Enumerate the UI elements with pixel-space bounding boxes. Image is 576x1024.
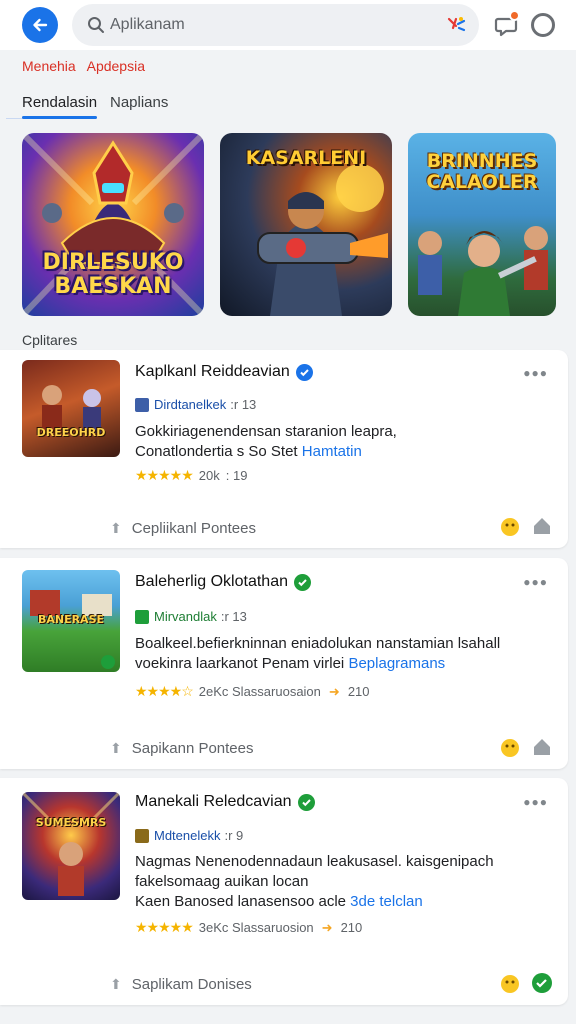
- description-line: Gokkiriagenendensan staranion leapra,: [135, 423, 397, 440]
- search-bar[interactable]: [72, 4, 479, 46]
- trend-arrow-icon: ➜: [328, 683, 340, 699]
- install-pontees-link[interactable]: ⬆ Sapikann Pontees: [110, 740, 254, 757]
- app-card[interactable]: DREEOHRD Kaplkanl Reiddeavian ●●● Dirdta…: [0, 350, 568, 548]
- star-rating-icon: ★★★★★: [135, 467, 194, 483]
- app-name[interactable]: Manekali Reledcavian: [135, 793, 321, 811]
- banner-title: BRINNHES CALAOLER: [426, 150, 538, 193]
- reaction-icon[interactable]: [497, 970, 523, 996]
- app-name-text: Kaplkanl Reiddeavian: [135, 363, 290, 380]
- trend-arrow-icon: ➜: [321, 919, 333, 935]
- tab-rendalasin[interactable]: Rendalasin: [22, 94, 97, 111]
- app-name-text: Manekali Reledcavian: [135, 793, 292, 810]
- featured-banner-2[interactable]: KASARLENI: [220, 133, 392, 316]
- pin-icon: ⬆: [110, 520, 122, 536]
- app-thumbnail[interactable]: SUMESMRS: [22, 792, 120, 900]
- developer-name: Mdtenelekk: [154, 828, 221, 843]
- description-line: Conatlondertia s So Stet: [135, 443, 298, 460]
- more-options-icon[interactable]: ●●●: [523, 795, 548, 809]
- app-art: [22, 792, 120, 896]
- verified-badge-icon: [295, 363, 313, 381]
- description-link[interactable]: Beplagramans: [348, 655, 445, 672]
- notifications-button[interactable]: [492, 10, 522, 40]
- developer-name: Mirvandlak: [154, 609, 217, 624]
- footer-label-text: Cepliikanl Pontees: [131, 520, 256, 537]
- pin-icon: ⬆: [110, 740, 122, 756]
- profile-button[interactable]: [531, 13, 555, 37]
- installed-check-icon[interactable]: [529, 970, 555, 996]
- banner-title: KASARLENI: [245, 147, 367, 169]
- reaction-icon[interactable]: [497, 734, 523, 760]
- star-rating-icon: ★★★★★: [135, 919, 194, 935]
- rating-row: ★★★★☆ 2eKc Slassaruosaion ➜ 210: [135, 683, 370, 700]
- featured-banner-1[interactable]: DIRLESUKO BAESKAN: [22, 133, 204, 316]
- more-options-icon[interactable]: ●●●: [523, 575, 548, 589]
- reaction-icon[interactable]: [497, 513, 523, 539]
- section-label: Cplitares: [22, 332, 78, 348]
- more-options-icon[interactable]: ●●●: [523, 366, 548, 380]
- app-name-text: Baleherlig Oklotathan: [135, 573, 288, 590]
- description-line: fakelsomaag auikan locan: [135, 873, 309, 890]
- back-button[interactable]: [22, 7, 58, 43]
- rating-extra: : 19: [225, 468, 248, 483]
- developer-name: Dirdtanelkek: [154, 397, 227, 412]
- developer-row[interactable]: Dirdtanelkek :r 13: [135, 397, 256, 412]
- rating-row: ★★★★★ 3eKc Slassaruosion ➜ 210: [135, 919, 362, 936]
- top-bar: [0, 0, 576, 50]
- app-thumbnail-title: DREEOHRD: [36, 425, 106, 439]
- home-icon[interactable]: [529, 734, 555, 760]
- pin-icon: ⬆: [110, 976, 122, 992]
- description-line: Boalkeel.befierkninnan eniadolukan nanst…: [135, 635, 501, 652]
- install-pontees-link[interactable]: ⬆ Cepliikanl Pontees: [110, 520, 256, 537]
- footer-label-text: Sapikann Pontees: [131, 740, 254, 757]
- app-card[interactable]: BANERASE Baleherlig Oklotathan ●●● Mirva…: [0, 558, 568, 769]
- app-description: Boalkeel.befierkninnan eniadolukan nanst…: [135, 634, 555, 674]
- description-link[interactable]: 3de telclan: [350, 893, 423, 910]
- arrow-left-icon: [33, 18, 48, 32]
- app-thumbnail[interactable]: DREEOHRD: [22, 360, 120, 457]
- voice-search-icon[interactable]: [445, 14, 467, 36]
- rating-count: 2eKc Slassaruosaion: [198, 684, 321, 699]
- home-icon[interactable]: [529, 513, 555, 539]
- developer-icon: [135, 609, 149, 624]
- developer-row[interactable]: Mdtenelekk :r 9: [135, 828, 243, 843]
- rating-extra: 210: [347, 684, 370, 699]
- rating-count: 3eKc Slassaruosion: [198, 920, 314, 935]
- developer-meta: :r 9: [224, 828, 244, 843]
- app-description: Nagmas Nenenodennadaun leakusasel. kaisg…: [135, 852, 555, 912]
- verified-badge-icon: [297, 793, 315, 811]
- description-link[interactable]: Hamtatin: [302, 443, 362, 460]
- app-art: [42, 385, 101, 433]
- breadcrumb: Menehia Apdepsia: [22, 58, 145, 74]
- app-thumbnail-title: SUMESMRS: [35, 815, 107, 829]
- notification-badge: [509, 10, 520, 21]
- featured-banner-3[interactable]: BRINNHES CALAOLER: [408, 133, 556, 316]
- search-input[interactable]: [110, 4, 430, 46]
- app-card[interactable]: SUMESMRS Manekali Reledcavian ●●● Mdtene…: [0, 778, 568, 1005]
- rating-count: 20k: [198, 468, 220, 483]
- app-thumbnail-title: BANERASE: [37, 612, 105, 626]
- developer-row[interactable]: Mirvandlak :r 13: [135, 609, 247, 624]
- active-tab-indicator: [22, 116, 97, 119]
- description-line: Kaen Banosed lanasensoo acle: [135, 893, 346, 910]
- app-description: Gokkiriagenendensan staranion leapra, Co…: [135, 422, 555, 462]
- install-pontees-link[interactable]: ⬆ Saplikam Donises: [110, 976, 252, 993]
- tab-naplians[interactable]: Naplians: [110, 94, 168, 111]
- rating-row: ★★★★★ 20k : 19: [135, 467, 247, 484]
- app-name[interactable]: Kaplkanl Reiddeavian: [135, 363, 319, 381]
- developer-icon: [135, 828, 149, 843]
- developer-icon: [135, 397, 149, 412]
- developer-meta: :r 13: [220, 609, 247, 624]
- verified-badge-icon: [293, 573, 311, 591]
- banner-title: DIRLESUKO BAESKAN: [42, 250, 184, 299]
- description-line: Nagmas Nenenodennadaun leakusasel. kaisg…: [135, 853, 494, 870]
- app-thumbnail[interactable]: BANERASE: [22, 570, 120, 672]
- star-rating-icon: ★★★★☆: [135, 683, 194, 699]
- footer-label-text: Saplikam Donises: [131, 976, 252, 993]
- tab-bar: Rendalasin Naplians: [0, 86, 576, 120]
- developer-meta: :r 13: [230, 397, 257, 412]
- search-icon: [88, 17, 104, 33]
- app-name[interactable]: Baleherlig Oklotathan: [135, 573, 317, 591]
- description-line: voekinra laarkanot Penam virlei: [135, 655, 345, 672]
- rating-extra: 210: [340, 920, 363, 935]
